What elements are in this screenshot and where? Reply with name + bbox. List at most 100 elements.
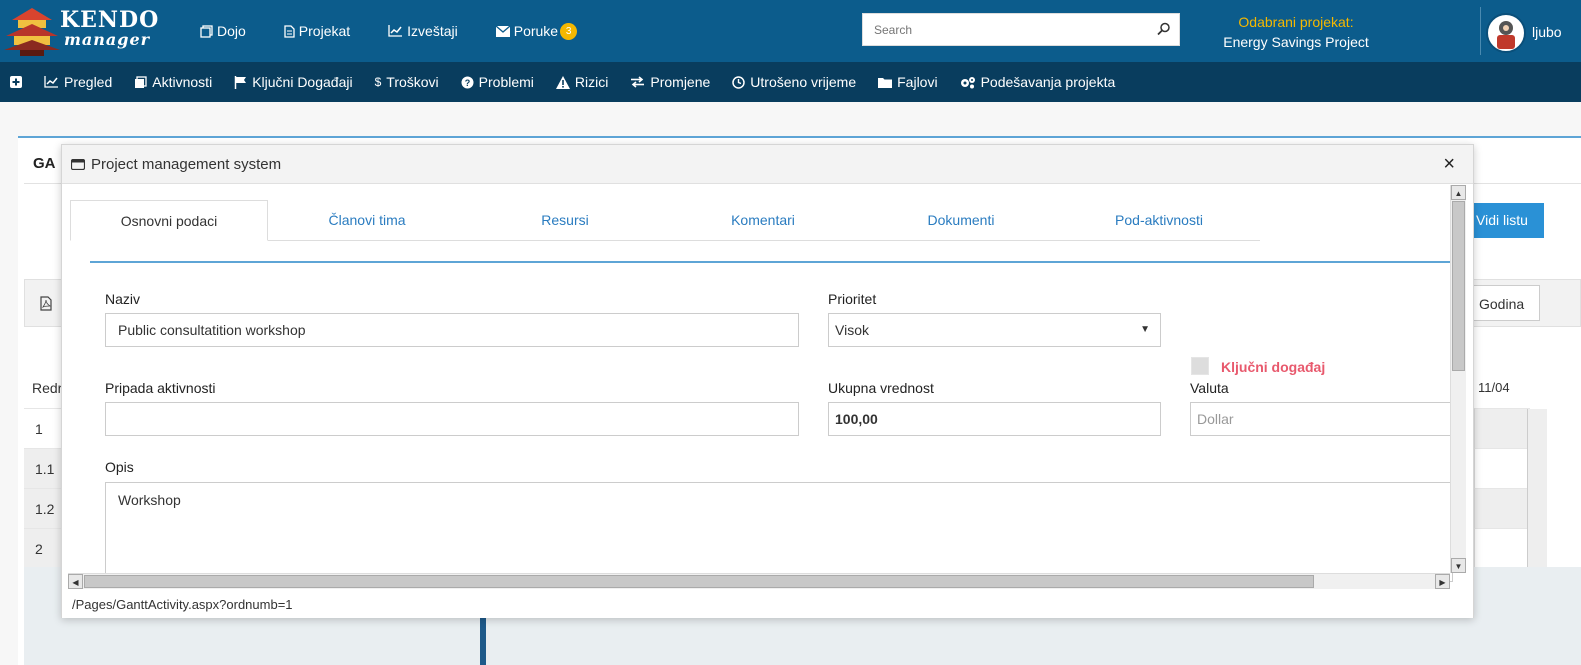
plus-square-icon (10, 76, 22, 88)
tab-komentari[interactable]: Komentari (664, 200, 862, 241)
name-input[interactable]: Public consultatition workshop (105, 313, 799, 347)
unread-badge: 3 (560, 22, 578, 40)
question-icon: ? (461, 76, 474, 88)
priority-label: Prioritet (828, 291, 877, 307)
avatar[interactable] (1486, 13, 1526, 53)
modal-horizontal-scrollbar[interactable]: ◀ ▶ (68, 573, 1450, 589)
modal-vertical-scrollbar[interactable]: ▲ ▼ (1450, 185, 1466, 573)
tab-resursi[interactable]: Resursi (466, 200, 664, 241)
rownum-column-header: Redr (32, 380, 63, 396)
horizontal-scroll-thumb[interactable] (84, 575, 1314, 588)
menu-fajlovi-label: Fajlovi (897, 74, 938, 90)
description-label: Opis (105, 459, 134, 475)
search-input[interactable] (863, 14, 1143, 45)
scroll-right-icon[interactable]: ▶ (1435, 574, 1450, 589)
nav-izvestaji-label: Izveštaji (407, 23, 458, 39)
gantt-panel-title: GA (33, 155, 56, 172)
scroll-up-icon[interactable]: ▲ (1451, 185, 1466, 200)
status-url: /Pages/GanttActivity.aspx?ordnumb=1 (62, 591, 1473, 618)
priority-select[interactable]: Visok ▼ (828, 313, 1161, 347)
menu-utroseno-vrijeme[interactable]: Utrošeno vrijeme (732, 74, 856, 90)
project-menu-bar: Pregled Aktivnosti Ključni Događaji $ Tr… (0, 62, 1581, 102)
close-icon[interactable]: × (1443, 153, 1455, 176)
header-divider (1480, 7, 1481, 55)
currency-select[interactable]: Dollar (1190, 402, 1453, 436)
logo-text: KENDO manager (60, 9, 159, 50)
menu-aktivnosti-label: Aktivnosti (152, 74, 213, 90)
name-label: Naziv (105, 291, 141, 307)
priority-value: Visok (835, 322, 869, 338)
nav-poruke-label: Poruke (513, 23, 559, 39)
total-value-input[interactable]: 100,00 (828, 402, 1161, 436)
warning-icon (555, 75, 570, 89)
menu-rizici[interactable]: Rizici (555, 74, 608, 90)
gantt-cell (1474, 488, 1530, 528)
pdf-export-icon[interactable] (40, 296, 52, 314)
scroll-down-icon[interactable]: ▼ (1451, 558, 1466, 573)
add-button[interactable] (10, 76, 22, 88)
menu-promjene-label: Promjene (650, 74, 711, 90)
activity-modal: Project management system × Osnovni poda… (61, 144, 1474, 618)
scroll-left-icon[interactable]: ◀ (68, 574, 83, 589)
clock-icon (732, 75, 746, 89)
menu-kljucni-dogadjaji-label: Ključni Događaji (252, 74, 353, 90)
menu-troskovi[interactable]: $ Troškovi (375, 74, 439, 90)
username[interactable]: ljubo (1532, 24, 1562, 40)
table-row[interactable]: 1.2 (24, 488, 64, 528)
parent-activity-label: Pripada aktivnosti (105, 380, 216, 396)
tab-dokumenti[interactable]: Dokumenti (862, 200, 1060, 241)
flag-icon (234, 75, 247, 89)
copy-icon (200, 24, 213, 38)
parent-activity-input[interactable] (105, 402, 799, 436)
selected-project-label: Odabrani projekat: (1238, 14, 1354, 30)
top-nav: Dojo Projekat Izveštaji Poruke 3 (200, 0, 615, 62)
milestone-checkbox[interactable] (1191, 357, 1209, 375)
nav-dojo[interactable]: Dojo (200, 23, 246, 39)
today-marker (480, 618, 486, 665)
view-list-button[interactable]: Vidi listu (1470, 203, 1544, 238)
nav-poruke[interactable]: Poruke 3 (495, 22, 578, 40)
description-textarea[interactable]: Workshop (105, 482, 1453, 582)
tab-clanovi-tima[interactable]: Članovi tima (268, 200, 466, 241)
tab-content-border (90, 261, 1452, 263)
tab-osnovni-podaci[interactable]: Osnovni podaci (70, 200, 268, 241)
modal-header: Project management system × (62, 145, 1473, 184)
dropdown-arrow-icon: ▼ (1140, 324, 1150, 335)
table-row[interactable]: 1.1 (24, 448, 64, 488)
chart-line-icon (388, 25, 403, 37)
menu-problemi[interactable]: ? Problemi (461, 74, 534, 90)
tab-strip: Osnovni podaci Članovi tima Resursi Kome… (70, 200, 1260, 241)
app-logo[interactable]: KENDO manager (4, 6, 158, 56)
table-row[interactable]: 1 (24, 408, 64, 448)
menu-podesavanja-projekta[interactable]: Podešavanja projekta (960, 74, 1115, 90)
selected-project-name[interactable]: Energy Savings Project (1196, 34, 1396, 50)
menu-aktivnosti[interactable]: Aktivnosti (134, 74, 212, 90)
menu-pregled[interactable]: Pregled (44, 74, 112, 90)
nav-izvestaji[interactable]: Izveštaji (388, 23, 458, 39)
search-icon[interactable] (1157, 22, 1171, 36)
menu-promjene[interactable]: Promjene (630, 74, 710, 90)
window-icon (71, 159, 85, 170)
svg-text:?: ? (464, 78, 470, 88)
menu-fajlovi[interactable]: Fajlovi (878, 74, 938, 90)
currency-label: Valuta (1190, 380, 1229, 396)
menu-kljucni-dogadjaji[interactable]: Ključni Događaji (234, 74, 353, 90)
top-header: KENDO manager Dojo Projekat Izveštaji Po… (0, 0, 1581, 62)
table-row[interactable]: 2 (24, 528, 64, 568)
gantt-scrollbar[interactable] (1527, 409, 1547, 567)
menu-problemi-label: Problemi (478, 74, 534, 90)
search-box (862, 13, 1180, 46)
copy-icon (135, 75, 147, 88)
user-avatar-icon (1497, 21, 1515, 49)
modal-body: Osnovni podaci Članovi tima Resursi Kome… (62, 184, 1473, 591)
menu-utroseno-vrijeme-label: Utrošeno vrijeme (750, 74, 857, 90)
nav-projekat[interactable]: Projekat (284, 23, 350, 39)
tab-pod-aktivnosti[interactable]: Pod-aktivnosti (1060, 200, 1258, 241)
exchange-icon (631, 76, 645, 88)
dollar-icon: $ (374, 75, 382, 89)
menu-troskovi-label: Troškovi (386, 74, 439, 90)
folder-icon (878, 77, 893, 88)
vertical-scroll-thumb[interactable] (1452, 201, 1465, 371)
gantt-cell (1474, 408, 1530, 448)
period-year-button[interactable]: Godina (1470, 285, 1540, 321)
